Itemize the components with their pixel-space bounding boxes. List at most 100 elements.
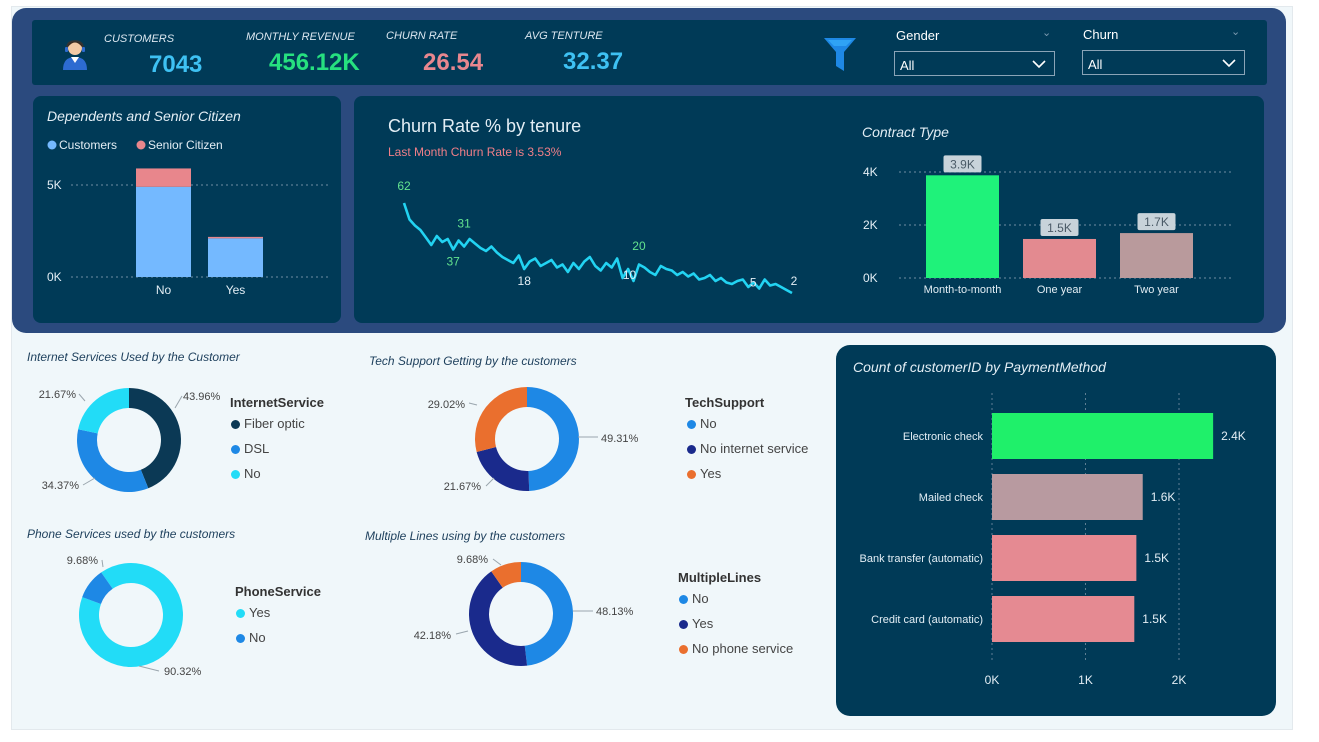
leader-line (455, 630, 469, 635)
legend-item[interactable]: No phone service (679, 641, 793, 656)
data-label: 1.5K (1144, 551, 1169, 565)
data-label: 62 (397, 179, 411, 193)
legend-label: Yes (700, 466, 722, 481)
kpi-label: CHURN RATE (386, 30, 458, 42)
phone-title: Phone Services used by the customers (27, 527, 236, 541)
pct-label: 34.37% (42, 480, 80, 492)
bar (992, 413, 1214, 459)
dropdown-value: All (900, 58, 915, 73)
bar-customers (136, 186, 191, 277)
leader-line (101, 559, 104, 568)
legend-item[interactable]: Yes (236, 605, 270, 620)
chevron-down-icon (1032, 60, 1046, 69)
data-label: 31 (457, 217, 471, 231)
kpi-value: 32.37 (563, 48, 624, 75)
gender-dropdown[interactable]: All (894, 51, 1055, 76)
donut-slice (527, 387, 580, 491)
data-label: 20 (632, 239, 646, 253)
y-tick-label: Bank transfer (automatic) (860, 553, 984, 565)
leader-line (138, 665, 160, 672)
y-tick-label: Credit card (automatic) (871, 614, 983, 626)
legend-item[interactable]: No (679, 591, 709, 606)
legend-title: PhoneService (235, 584, 321, 599)
kpi-value: 26.54 (423, 49, 484, 76)
legend-item[interactable]: No (231, 466, 261, 481)
pct-label: 49.31% (601, 433, 639, 445)
donut-slice (475, 387, 527, 452)
legend-item[interactable]: Yes (687, 466, 721, 481)
leader-line (468, 402, 478, 406)
legend-label: DSL (244, 441, 270, 456)
leader-line (78, 393, 86, 402)
data-label: 1.5K (1047, 221, 1072, 235)
leader-line (82, 477, 96, 486)
chevron-down-icon[interactable]: ⌄ (1042, 26, 1051, 39)
legend-item[interactable]: Yes (679, 616, 713, 631)
kpi-label: AVG TENTURE (525, 30, 603, 42)
pct-label: 21.67% (39, 389, 77, 401)
legend-item[interactable]: DSL (231, 441, 269, 456)
legend-label: No (244, 466, 261, 481)
techsupport-donut: 49.31% 21.67% 29.02% (428, 387, 639, 493)
legend-title: MultipleLines (678, 570, 762, 585)
legend-item[interactable]: No internet service (687, 441, 808, 456)
y-tick-label: 0K (47, 270, 62, 284)
bar (1120, 233, 1193, 278)
techsupport-title: Tech Support Getting by the customers (369, 354, 577, 368)
bar (926, 175, 999, 278)
legend-dot (679, 595, 688, 604)
support-agent-icon (63, 40, 87, 70)
legend-item[interactable]: Fiber optic (231, 416, 305, 431)
legend-label: No internet service (700, 441, 809, 456)
data-label: 5 (750, 276, 757, 290)
legend-item[interactable]: No (236, 630, 266, 645)
pct-label: 29.02% (428, 399, 466, 411)
data-label: 1.7K (1144, 215, 1169, 229)
bar (1023, 238, 1096, 278)
chevron-down-icon[interactable]: ⌄ (1231, 25, 1240, 38)
data-label: 2.4K (1221, 429, 1246, 443)
legend-label: No (700, 416, 717, 431)
data-label: 18 (518, 274, 532, 288)
legend-label: Senior Citizen (148, 138, 223, 152)
legend-dot (47, 140, 57, 150)
y-tick-label: Mailed check (919, 492, 984, 504)
legend-label: No (692, 591, 709, 606)
legend-label: No phone service (692, 641, 794, 656)
dependents-chart: Customers Senior Citizen 5K 0K No Yes (47, 138, 328, 297)
donut-slice (78, 388, 129, 434)
x-tick-label: 2K (1172, 673, 1187, 687)
x-tick-label: 1K (1078, 673, 1093, 687)
legend-dot (687, 445, 696, 454)
payment-chart: 0K 1K 2K 2.4K Electronic check 1.6K Mailed che… (860, 393, 1246, 687)
legend-label: Customers (59, 138, 117, 152)
legend-label: Yes (692, 616, 714, 631)
x-tick-label: One year (1037, 284, 1083, 296)
churn-dropdown[interactable]: All (1082, 50, 1245, 75)
data-label: 3.9K (950, 157, 975, 171)
data-label: 37 (447, 255, 461, 269)
y-tick-label: 0K (863, 271, 878, 285)
multilines-title: Multiple Lines using by the customers (365, 529, 566, 543)
data-label: 2 (791, 274, 798, 288)
bar-senior-citizen (208, 236, 263, 239)
legend-item[interactable]: No (687, 416, 717, 431)
pct-label: 48.13% (596, 606, 634, 618)
multilines-donut: 48.13% 42.18% 9.68% (414, 554, 634, 666)
pct-label: 9.68% (457, 554, 488, 566)
x-tick-label: 0K (985, 673, 1000, 687)
funnel-icon[interactable] (823, 37, 857, 73)
leader-line (174, 395, 183, 409)
kpi-label: CUSTOMERS (104, 33, 175, 45)
legend-dot (687, 420, 696, 429)
phone-donut: 90.32% 9.68% (67, 555, 202, 678)
pct-label: 90.32% (164, 666, 202, 678)
legend-dot (231, 420, 240, 429)
legend-dot (236, 609, 245, 618)
y-tick-label: 4K (863, 165, 878, 179)
x-tick-label: Yes (226, 283, 246, 297)
legend-dot (236, 634, 245, 643)
kpi-value: 456.12K (269, 49, 360, 76)
dropdown-value: All (1088, 57, 1103, 72)
tenure-chart: 62 37 31 18 10 20 5 2 (397, 179, 798, 295)
